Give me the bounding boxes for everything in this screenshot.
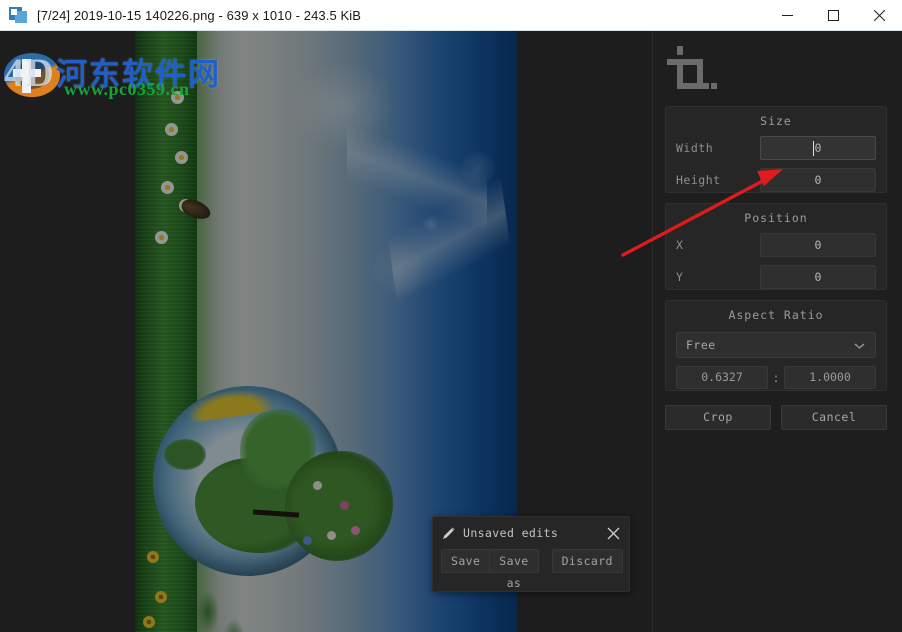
- aspect-ratio-section-title: Aspect Ratio: [728, 308, 824, 322]
- aspect-ratio-select[interactable]: Free: [676, 332, 876, 358]
- ratio-separator: :: [772, 370, 780, 385]
- size-section: Size Width 0 Height 0: [665, 106, 887, 193]
- watermark-logo-icon: [2, 45, 64, 103]
- title-bar: [7/24] 2019-10-15 140226.png - 639 x 101…: [0, 0, 902, 31]
- crop-button[interactable]: Crop: [665, 405, 771, 430]
- width-label: Width: [676, 141, 714, 155]
- save-button[interactable]: Save: [441, 549, 491, 573]
- pencil-icon: [443, 526, 455, 539]
- crop-tool-panel: Size Width 0 Height 0 Position X 0 Y 0 A…: [652, 31, 902, 632]
- unsaved-edits-toast: Unsaved edits Save Save as Discard: [432, 516, 630, 592]
- y-row: Y 0: [666, 265, 886, 289]
- save-as-button[interactable]: Save as: [490, 549, 539, 590]
- window-controls: [764, 0, 902, 31]
- size-section-title: Size: [760, 114, 792, 128]
- x-row: X 0: [666, 233, 886, 257]
- cancel-button[interactable]: Cancel: [781, 405, 887, 430]
- window-title: [7/24] 2019-10-15 140226.png - 639 x 101…: [37, 7, 362, 23]
- close-icon: [873, 10, 885, 21]
- position-section-title: Position: [744, 211, 808, 225]
- height-label: Height: [676, 173, 721, 187]
- width-input[interactable]: 0: [760, 136, 876, 160]
- chevron-down-icon: [854, 342, 865, 349]
- close-button[interactable]: [856, 0, 902, 31]
- aspect-ratio-values: 0.6327 : 1.0000: [676, 366, 876, 389]
- toast-header: Unsaved edits: [433, 517, 629, 549]
- crop-actions: Crop Cancel: [665, 405, 887, 430]
- y-input[interactable]: 0: [760, 265, 876, 289]
- close-icon[interactable]: [606, 526, 621, 541]
- ratio-height-input[interactable]: 1.0000: [784, 366, 876, 389]
- position-section: Position X 0 Y 0: [665, 203, 887, 290]
- image-viewer-icon: [9, 5, 29, 25]
- height-input[interactable]: 0: [760, 168, 876, 192]
- minimize-button[interactable]: [764, 0, 810, 31]
- aspect-ratio-section: Aspect Ratio Free 0.6327 : 1.0000: [665, 300, 887, 391]
- watermark-logo-text: 4D: [4, 50, 55, 95]
- aspect-ratio-selected-value: Free: [686, 338, 716, 352]
- maximize-icon: [827, 10, 839, 21]
- maximize-button[interactable]: [810, 0, 856, 31]
- toast-actions: Save Save as Discard: [433, 549, 629, 590]
- x-input[interactable]: 0: [760, 233, 876, 257]
- x-label: X: [676, 238, 684, 252]
- image-editor-window: [7/24] 2019-10-15 140226.png - 639 x 101…: [0, 0, 902, 632]
- minimize-icon: [781, 15, 793, 16]
- height-row: Height 0: [666, 168, 886, 192]
- discard-button[interactable]: Discard: [551, 549, 623, 573]
- y-label: Y: [676, 270, 684, 284]
- text-caret: [813, 141, 814, 156]
- ratio-width-input[interactable]: 0.6327: [676, 366, 768, 389]
- crop-icon: [667, 46, 717, 89]
- toast-title: Unsaved edits: [463, 526, 559, 540]
- width-row: Width 0: [666, 136, 886, 160]
